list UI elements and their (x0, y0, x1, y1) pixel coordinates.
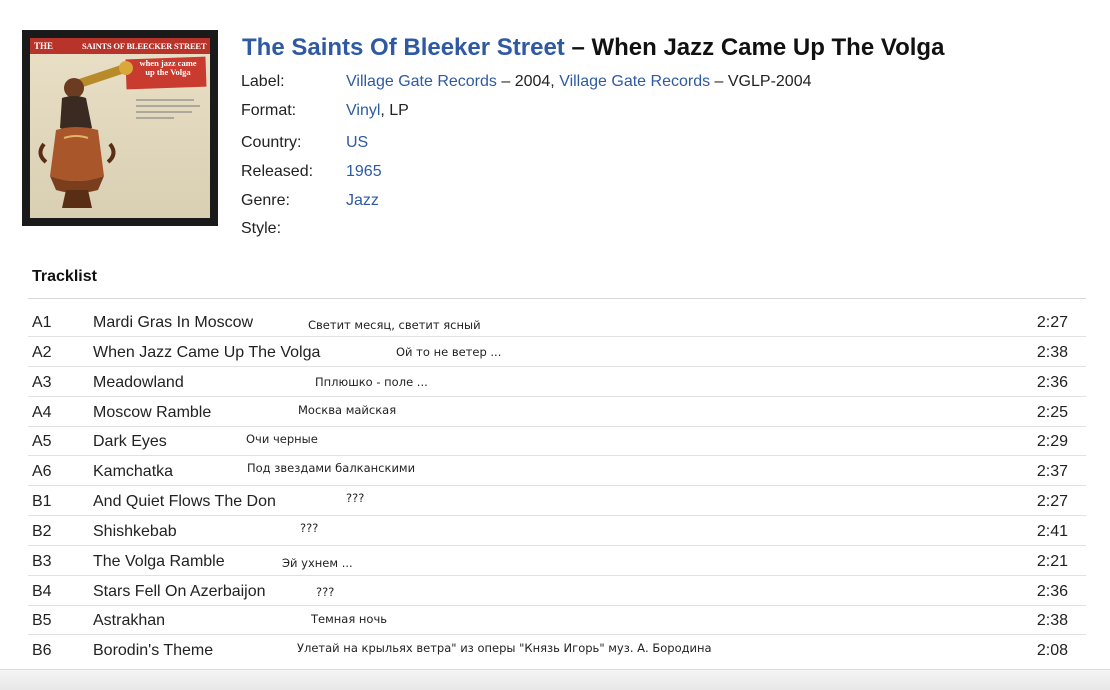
track-title: Meadowland (93, 374, 184, 391)
track-duration: 2:36 (1036, 583, 1068, 600)
cover-sticker-text: when jazz came up the Volga (130, 59, 206, 77)
track-position: A5 (32, 433, 52, 450)
label-link-2[interactable]: Village Gate Records (559, 73, 710, 90)
format-text: , LP (380, 102, 409, 119)
country-link[interactable]: US (346, 134, 368, 152)
track-duration: 2:38 (1036, 344, 1068, 361)
track-row: B3 The Volga Ramble Эй ухнем ... 2:21 (28, 546, 1086, 576)
track-position: A1 (32, 314, 52, 331)
track-row: B5 Astrakhan Темная ночь 2:38 (28, 605, 1086, 635)
track-duration: 2:36 (1036, 374, 1068, 391)
track-duration: 2:08 (1036, 642, 1068, 659)
track-duration: 2:37 (1036, 463, 1068, 480)
title-separator: – (564, 34, 592, 61)
track-title: Shishkebab (93, 523, 177, 540)
info-format-label: Format: (241, 102, 297, 119)
track-row: B6 Borodin's Theme Улетай на крыльях вет… (28, 635, 1086, 665)
track-duration: 2:27 (1036, 314, 1068, 331)
album-title: When Jazz Came Up The Volga (591, 34, 945, 61)
info-format-value: Vinyl, LP (346, 102, 409, 120)
track-position: B4 (32, 583, 52, 600)
track-note: Улетай на крыльях ветра" из оперы "Князь… (295, 641, 714, 655)
track-title: Dark Eyes (93, 433, 167, 450)
track-duration: 2:21 (1036, 553, 1068, 570)
track-title: Astrakhan (93, 612, 166, 629)
released-link[interactable]: 1965 (346, 163, 382, 181)
track-title: Stars Fell On Azerbaijon (93, 583, 266, 600)
track-note: ??? (344, 491, 367, 505)
track-position: A6 (32, 463, 52, 480)
label-text-2: – VGLP-2004 (710, 73, 812, 90)
track-note: Эй ухнем ... (280, 556, 355, 570)
track-note: Ой то не ветер ... (394, 345, 504, 359)
info-genre-label: Genre: (241, 192, 290, 209)
track-title: Borodin's Theme (93, 642, 214, 659)
track-duration: 2:41 (1036, 523, 1068, 540)
track-row: A6 Kamchatka Под звездами балканскими 2:… (28, 456, 1086, 486)
track-row: A5 Dark Eyes Очи черные 2:29 (28, 426, 1086, 456)
track-note: ??? (314, 585, 337, 599)
track-note: Очи черные (244, 432, 320, 446)
track-title: Moscow Ramble (93, 404, 212, 421)
label-link-1[interactable]: Village Gate Records (346, 73, 497, 90)
track-duration: 2:27 (1036, 493, 1068, 510)
trumpeter-figure (38, 61, 133, 208)
track-title: Mardi Gras In Moscow (93, 314, 254, 331)
format-link[interactable]: Vinyl (346, 102, 380, 119)
album-cover-art: THE SAINTS OF BLEECKER STREET when jazz … (30, 38, 210, 218)
track-position: B3 (32, 553, 52, 570)
track-title: Kamchatka (93, 463, 174, 480)
track-title: And Quiet Flows The Don (93, 493, 276, 510)
track-row: A2 When Jazz Came Up The Volga Ой то не … (28, 337, 1086, 367)
track-note: Москва майская (296, 403, 399, 417)
info-country-label: Country: (241, 134, 302, 151)
label-text-1: – 2004, (496, 73, 560, 90)
genre-link[interactable]: Jazz (346, 192, 379, 210)
release-title: The Saints Of Bleeker Street – When Jazz… (242, 34, 944, 62)
track-duration: 2:29 (1036, 433, 1068, 450)
track-note: ??? (298, 521, 321, 535)
track-row: A1 Mardi Gras In Moscow Светит месяц, св… (28, 307, 1086, 337)
tracklist-heading: Tracklist (32, 268, 97, 285)
album-cover[interactable]: THE SAINTS OF BLEECKER STREET when jazz … (22, 30, 218, 226)
page-bottom-bar (0, 669, 1110, 690)
track-note: Темная ночь (309, 612, 390, 626)
track-row: B4 Stars Fell On Azerbaijon ??? 2:36 (28, 576, 1086, 606)
track-position: A4 (32, 404, 52, 421)
track-position: A3 (32, 374, 52, 391)
track-position: B5 (32, 612, 52, 629)
cover-the-text: THE (34, 41, 54, 51)
tracklist-divider (28, 298, 1086, 299)
track-row: B2 Shishkebab ??? 2:41 (28, 516, 1086, 546)
track-note: Светит месяц, светит ясный (306, 318, 483, 332)
track-duration: 2:25 (1036, 404, 1068, 421)
cover-band-text: SAINTS OF BLEECKER STREET (82, 41, 207, 51)
info-style-label: Style: (241, 220, 282, 237)
track-position: B2 (32, 523, 52, 540)
info-label-value: Village Gate Records – 2004, Village Gat… (346, 73, 812, 91)
info-released-label: Released: (241, 163, 314, 180)
track-note: Под звездами балканскими (245, 461, 418, 475)
track-row: B1 And Quiet Flows The Don ??? 2:27 (28, 486, 1086, 516)
track-position: B1 (32, 493, 52, 510)
info-label-label: Label: (241, 73, 285, 90)
track-note: Пплюшко - поле ... (313, 375, 430, 389)
track-row: A4 Moscow Ramble Москва майская 2:25 (28, 397, 1086, 427)
track-duration: 2:38 (1036, 612, 1068, 629)
track-position: A2 (32, 344, 52, 361)
track-title: The Volga Ramble (93, 553, 225, 570)
track-title: When Jazz Came Up The Volga (93, 344, 321, 361)
track-position: B6 (32, 642, 52, 659)
track-row: A3 Meadowland Пплюшко - поле ... 2:36 (28, 367, 1086, 397)
cover-sticker-line2: up the Volga (145, 67, 191, 77)
cover-liner-scribble (134, 96, 204, 129)
artist-link[interactable]: The Saints Of Bleeker Street (242, 34, 565, 61)
